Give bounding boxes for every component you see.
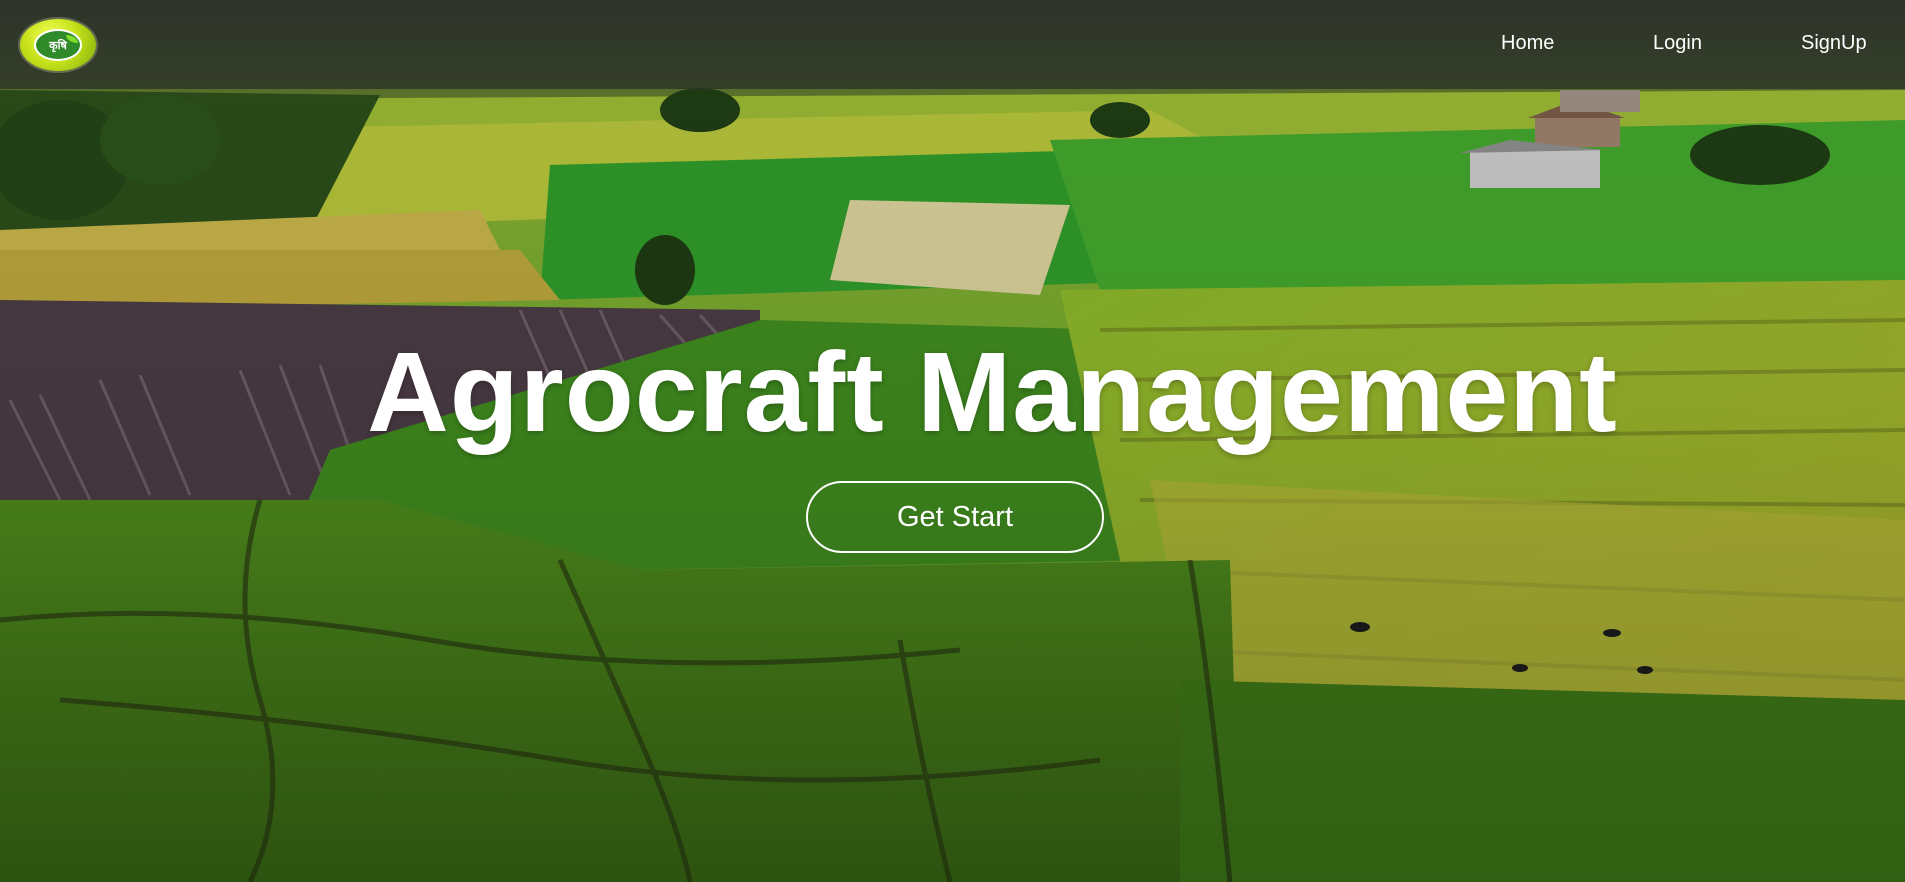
get-start-button[interactable]: Get Start — [806, 481, 1104, 553]
logo-emblem: कृषि — [34, 29, 82, 61]
hero-title: Agrocraft Management — [0, 327, 1905, 457]
hero-title-text: Agrocraft Management — [367, 329, 1618, 455]
nav-link-home[interactable]: Home — [1501, 32, 1554, 55]
brand-logo[interactable]: कृषि — [20, 19, 96, 71]
logo-text: कृषि — [49, 39, 67, 52]
nav-link-signup[interactable]: SignUp — [1801, 32, 1867, 55]
landing-page: कृषि Home Login SignUp Agrocraft Managem… — [0, 0, 1905, 882]
top-navbar: कृषि Home Login SignUp — [0, 0, 1905, 89]
nav-link-login[interactable]: Login — [1653, 32, 1702, 55]
